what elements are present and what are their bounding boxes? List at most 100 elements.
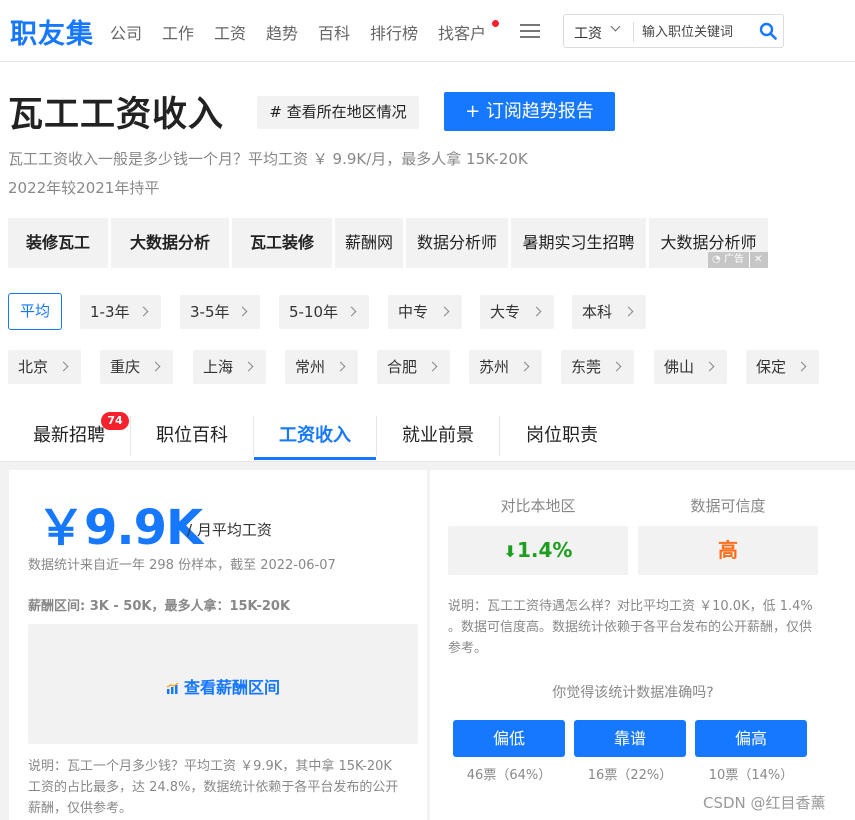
compare-region-label: 对比本地区 bbox=[500, 497, 576, 515]
search-type-select[interactable]: 工资 bbox=[574, 23, 602, 43]
chevron-right-icon bbox=[796, 361, 807, 372]
tab-salary-income[interactable]: 工资收入 bbox=[254, 412, 376, 460]
city-chip[interactable]: 保定 bbox=[746, 350, 819, 384]
chart-icon bbox=[166, 682, 179, 694]
keyword-link[interactable]: 暑期实习生招聘 bbox=[511, 218, 646, 268]
notification-dot bbox=[492, 20, 499, 27]
view-salary-range-button[interactable]: 查看薪酬区间 bbox=[28, 674, 418, 698]
search-bar: 工资 bbox=[563, 14, 784, 48]
watermark: CSDN @红目香薰 bbox=[703, 794, 826, 812]
city-chip[interactable]: 东莞 bbox=[561, 350, 634, 384]
vote-reliable-button[interactable]: 靠谱 bbox=[574, 720, 686, 757]
menu-icon[interactable] bbox=[520, 24, 540, 38]
chevron-right-icon bbox=[519, 361, 530, 372]
nav-find-clients[interactable]: 找客户 bbox=[438, 20, 486, 44]
tab-job-duties[interactable]: 岗位职责 bbox=[500, 412, 624, 460]
compare-note: 说明：瓦工工资待遇怎么样？对比平均工资 ￥10.0K，低 1.4% 。数据可信度… bbox=[448, 599, 813, 656]
ad-label: 广告 bbox=[724, 254, 744, 265]
city-chip[interactable]: 上海 bbox=[193, 350, 266, 384]
tab-job-wiki[interactable]: 职位百科 bbox=[131, 412, 253, 460]
sample-note: 数据统计来自近一年 298 份样本，截至 2022-06-07 bbox=[28, 558, 336, 573]
city-chip-label: 苏州 bbox=[479, 358, 510, 376]
chevron-right-icon bbox=[704, 361, 715, 372]
chevron-right-icon bbox=[138, 306, 149, 317]
top-header: 职友集 公司 工作 工资 趋势 百科 排行榜 找客户 工资 bbox=[0, 0, 855, 62]
filter-chip[interactable]: 1-3年 bbox=[80, 295, 161, 329]
city-chip[interactable]: 佛山 bbox=[654, 350, 727, 384]
keyword-link[interactable]: 装修瓦工 bbox=[8, 218, 108, 268]
chevron-right-icon bbox=[439, 306, 450, 317]
nav-salary[interactable]: 工资 bbox=[214, 20, 246, 44]
search-icon[interactable] bbox=[759, 22, 777, 40]
chevron-right-icon bbox=[58, 361, 69, 372]
chevron-down-icon[interactable] bbox=[610, 21, 621, 32]
keyword-link[interactable]: 薪酬网 bbox=[335, 218, 403, 268]
count-badge: 74 bbox=[101, 412, 129, 430]
chevron-right-icon bbox=[150, 361, 161, 372]
chevron-right-icon bbox=[611, 361, 622, 372]
filter-chip-label: 本科 bbox=[582, 303, 613, 321]
salary-range-box: 查看薪酬区间 bbox=[28, 624, 418, 744]
chevron-right-icon bbox=[243, 361, 254, 372]
tab-employment-outlook[interactable]: 就业前景 bbox=[377, 412, 499, 460]
city-chip-label: 东莞 bbox=[571, 358, 602, 376]
filter-chip[interactable]: 大专 bbox=[480, 295, 554, 329]
keyword-link[interactable]: 瓦工装修 bbox=[232, 218, 332, 268]
chevron-right-icon bbox=[335, 361, 346, 372]
region-tag-button[interactable]: # 查看所在地区情况 bbox=[257, 96, 419, 129]
city-chip-label: 合肥 bbox=[387, 358, 418, 376]
ad-badge: ◔ 广告 ✕ bbox=[708, 252, 768, 268]
nav-wiki[interactable]: 百科 bbox=[318, 20, 350, 44]
nav-jobs[interactable]: 工作 bbox=[162, 20, 194, 44]
filter-average[interactable]: 平均 bbox=[8, 293, 62, 330]
confidence-box: 高 bbox=[638, 526, 818, 575]
keyword-link[interactable]: 数据分析师 bbox=[406, 218, 508, 268]
city-chip-label: 保定 bbox=[756, 358, 787, 376]
city-chip[interactable]: 苏州 bbox=[469, 350, 542, 384]
nav-ranking[interactable]: 排行榜 bbox=[370, 20, 418, 44]
year-compare-text: 2022年较2021年持平 bbox=[8, 179, 160, 197]
nav-company[interactable]: 公司 bbox=[110, 20, 142, 44]
vote-question: 你觉得该统计数据准确吗? bbox=[552, 685, 714, 701]
nav-trend[interactable]: 趋势 bbox=[266, 20, 298, 44]
compare-region-value: 1.4% bbox=[516, 538, 573, 562]
city-chip-label: 佛山 bbox=[664, 358, 695, 376]
confidence-value: 高 bbox=[718, 538, 738, 562]
vote-reliable-count: 16票（22%） bbox=[587, 768, 673, 783]
city-chip[interactable]: 常州 bbox=[285, 350, 358, 384]
site-logo[interactable]: 职友集 bbox=[10, 12, 94, 51]
vote-high-count: 10票（14%） bbox=[708, 768, 794, 783]
filter-chip[interactable]: 5-10年 bbox=[279, 295, 369, 329]
chevron-right-icon bbox=[237, 306, 248, 317]
city-chip-label: 常州 bbox=[295, 358, 326, 376]
search-input[interactable] bbox=[642, 21, 752, 43]
chevron-right-icon bbox=[531, 306, 542, 317]
page-title: 瓦工工资收入 bbox=[8, 95, 225, 135]
salary-note: 说明：瓦工一个月多少钱？平均工资 ￥9.9K，其中拿 15K-20K 工资的占比… bbox=[28, 759, 399, 816]
subscribe-report-button[interactable]: + 订阅趋势报告 bbox=[444, 92, 615, 131]
city-chip[interactable]: 北京 bbox=[8, 350, 81, 384]
city-chip[interactable]: 合肥 bbox=[377, 350, 450, 384]
arrow-down-icon: ⬇ bbox=[503, 542, 517, 561]
chevron-right-icon bbox=[623, 306, 634, 317]
filter-chip[interactable]: 本科 bbox=[572, 295, 646, 329]
filter-chip[interactable]: 3-5年 bbox=[180, 295, 260, 329]
keyword-link[interactable]: 大数据分析 bbox=[111, 218, 229, 268]
confidence-label: 数据可信度 bbox=[690, 497, 766, 515]
vote-low-count: 46票（64%） bbox=[466, 768, 552, 783]
average-salary-unit: / 月平均工资 bbox=[187, 521, 272, 539]
chevron-right-icon bbox=[427, 361, 438, 372]
vote-low-button[interactable]: 偏低 bbox=[453, 720, 565, 757]
compare-region-box: ⬇1.4% bbox=[448, 526, 628, 575]
filter-chip-label: 3-5年 bbox=[190, 303, 230, 321]
city-chip[interactable]: 重庆 bbox=[100, 350, 173, 384]
ad-icon: ◔ bbox=[712, 254, 721, 265]
filter-chip-label: 5-10年 bbox=[289, 303, 339, 321]
filter-chip[interactable]: 中专 bbox=[388, 295, 462, 329]
search-divider bbox=[633, 22, 634, 42]
average-salary-value: ￥9.9K bbox=[37, 500, 203, 556]
close-icon[interactable]: ✕ bbox=[754, 252, 762, 268]
view-salary-range-label: 查看薪酬区间 bbox=[183, 678, 280, 697]
vote-high-button[interactable]: 偏高 bbox=[695, 720, 807, 757]
filter-chip-label: 1-3年 bbox=[90, 303, 130, 321]
